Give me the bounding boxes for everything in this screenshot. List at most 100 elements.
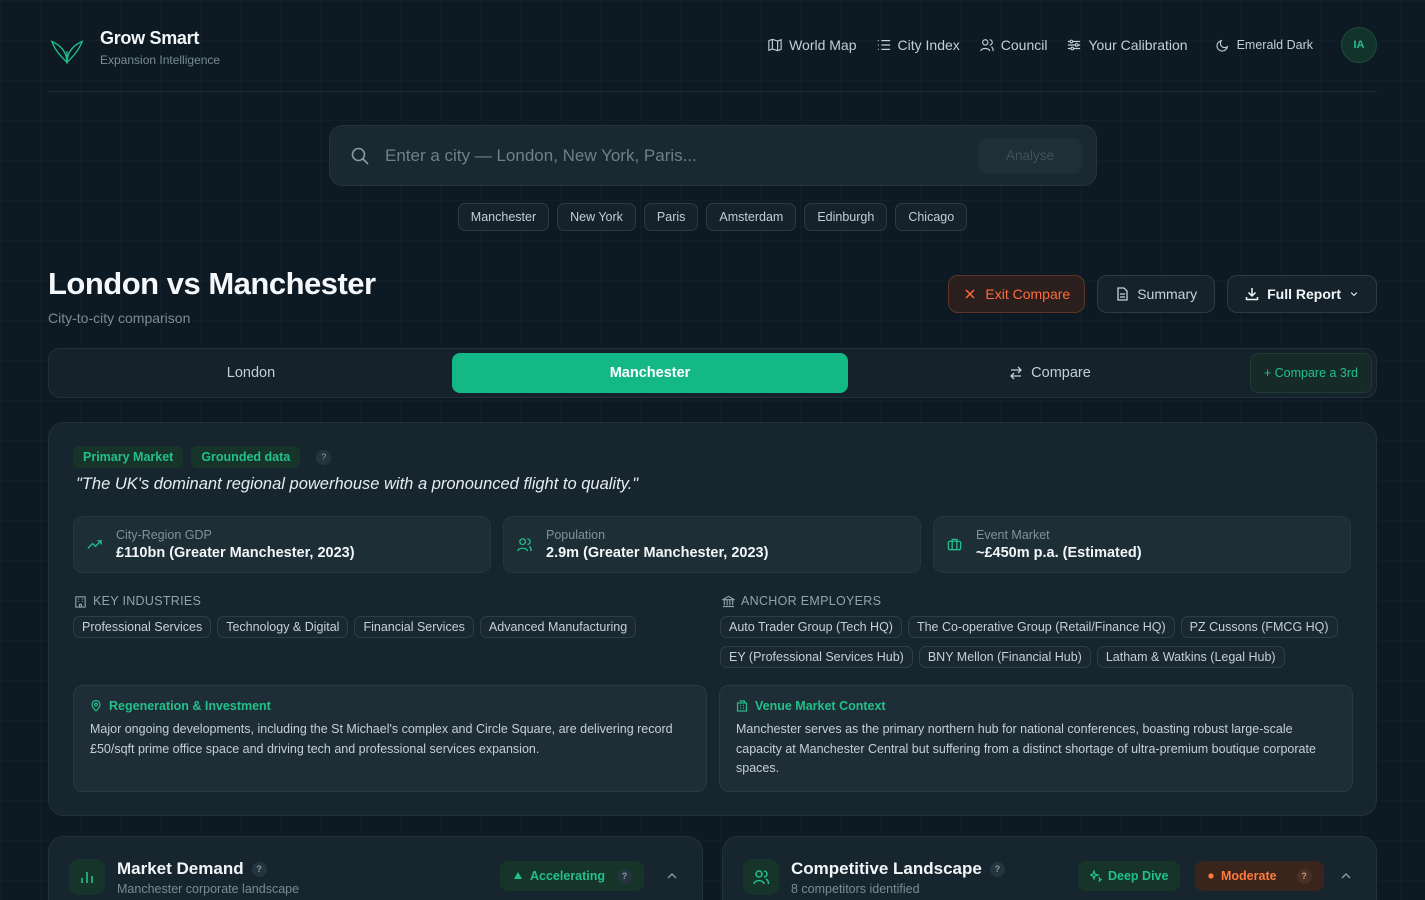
- stat-label: Event Market: [976, 528, 1050, 542]
- market-demand-card[interactable]: Market Demand ? Manchester corporate lan…: [48, 836, 703, 900]
- building-icon: [736, 700, 748, 712]
- dot-icon: [1208, 873, 1214, 879]
- city-chip-manchester[interactable]: Manchester: [457, 203, 550, 231]
- page-actions: Exit Compare Summary Full Report: [948, 275, 1377, 313]
- moon-icon: [1215, 39, 1228, 52]
- tab-manchester[interactable]: Manchester: [452, 353, 848, 393]
- theme-label: Emerald Dark: [1236, 38, 1313, 52]
- location-pin-icon: [91, 700, 101, 712]
- anchor-employers-heading: ANCHOR EMPLOYERS: [722, 594, 881, 608]
- sliders-icon: [1068, 39, 1081, 51]
- map-icon: [768, 38, 782, 52]
- nav-label: City Index: [897, 37, 960, 53]
- city-chip-edinburgh[interactable]: Edinburgh: [804, 203, 888, 231]
- profile-badges: Primary Market Grounded data ?: [73, 446, 332, 468]
- main-nav: World Map City Index Council Your Calibr…: [748, 27, 1377, 63]
- user-avatar[interactable]: IA: [1341, 27, 1377, 63]
- nav-world-map[interactable]: World Map: [768, 37, 857, 53]
- stat-card-gdp: City-Region GDP £110bn (Greater Manchest…: [73, 516, 491, 573]
- nav-label: Council: [1000, 37, 1048, 53]
- competitive-landscape-subtitle: 8 competitors identified: [791, 882, 920, 896]
- tab-london[interactable]: London: [53, 353, 449, 393]
- page-subtitle: City-to-city comparison: [48, 310, 191, 326]
- help-icon[interactable]: ?: [989, 861, 1005, 877]
- compare-third-city-button[interactable]: + Compare a 3rd: [1249, 353, 1372, 393]
- deep-dive-button[interactable]: Deep Dive: [1078, 861, 1181, 891]
- tab-compare[interactable]: Compare: [852, 353, 1248, 393]
- brand-name: Grow Smart: [100, 28, 200, 48]
- download-icon: [1245, 288, 1259, 301]
- info-title-text: Regeneration & Investment: [109, 699, 271, 713]
- exit-compare-button[interactable]: Exit Compare: [948, 275, 1086, 313]
- employer-tag: PZ Cussons (FMCG HQ): [1180, 616, 1338, 638]
- venue-market-panel: Venue Market Context Manchester serves a…: [719, 685, 1353, 792]
- city-chip-new-york[interactable]: New York: [557, 203, 636, 231]
- help-icon[interactable]: ?: [617, 868, 633, 884]
- institution-icon: [722, 595, 735, 607]
- stat-cards: City-Region GDP £110bn (Greater Manchest…: [73, 516, 1351, 573]
- page-title: London vs Manchester: [48, 266, 376, 301]
- status-text: Moderate: [1221, 869, 1277, 883]
- sparkle-icon: [1090, 870, 1102, 882]
- stat-label: City-Region GDP: [116, 528, 212, 542]
- card-title-text: Competitive Landscape: [791, 859, 982, 878]
- app-header: Grow Smart Expansion Intelligence World …: [48, 0, 1377, 92]
- employer-tags: Auto Trader Group (Tech HQ) The Co-opera…: [720, 616, 1360, 668]
- regeneration-panel: Regeneration & Investment Major ongoing …: [73, 685, 707, 792]
- grounded-data-badge: Grounded data: [191, 446, 301, 468]
- summary-label: Summary: [1137, 286, 1198, 302]
- stat-card-population: Population 2.9m (Greater Manchester, 202…: [503, 516, 921, 573]
- tab-compare-label: Compare: [1031, 365, 1091, 381]
- chevron-down-icon: [1350, 292, 1358, 297]
- city-chip-amsterdam[interactable]: Amsterdam: [706, 203, 797, 231]
- nav-your-calibration[interactable]: Your Calibration: [1067, 37, 1188, 53]
- industry-tag: Professional Services: [73, 616, 212, 638]
- competitive-landscape-card[interactable]: Competitive Landscape ? 8 competitors id…: [722, 836, 1377, 900]
- search-input[interactable]: [385, 145, 978, 166]
- list-icon: [877, 40, 890, 50]
- page-heading: London vs Manchester City-to-city compar…: [48, 266, 376, 326]
- market-demand-subtitle: Manchester corporate landscape: [117, 882, 300, 896]
- help-icon[interactable]: ?: [1296, 868, 1312, 884]
- regeneration-title: Regeneration & Investment: [90, 699, 690, 713]
- status-text: Accelerating: [530, 869, 606, 883]
- city-summary-quote: "The UK's dominant regional powerhouse w…: [76, 475, 639, 493]
- summary-button[interactable]: Summary: [1097, 275, 1216, 313]
- primary-market-badge: Primary Market: [73, 446, 184, 468]
- bar-chart-icon: [69, 859, 105, 895]
- brand-logo[interactable]: Grow Smart Expansion Intelligence: [48, 28, 220, 70]
- moderate-status-badge: Moderate ?: [1195, 861, 1324, 891]
- users-icon: [980, 39, 994, 52]
- analyse-button[interactable]: Analyse: [978, 137, 1082, 174]
- venue-title: Venue Market Context: [736, 699, 1336, 713]
- nav-council[interactable]: Council: [980, 37, 1048, 53]
- brand-tagline: Expansion Intelligence: [100, 53, 221, 67]
- stat-value: 2.9m (Greater Manchester, 2023): [546, 545, 769, 561]
- market-demand-title: Market Demand ?: [117, 859, 267, 879]
- help-icon[interactable]: ?: [316, 449, 332, 465]
- regeneration-body: Major ongoing developments, including th…: [90, 722, 673, 756]
- city-chip-chicago[interactable]: Chicago: [895, 203, 968, 231]
- theme-toggle[interactable]: Emerald Dark: [1215, 38, 1313, 52]
- nav-city-index[interactable]: City Index: [877, 37, 960, 53]
- accelerating-status-badge: Accelerating ?: [500, 861, 645, 891]
- help-icon[interactable]: ?: [251, 861, 267, 877]
- search-icon: [351, 147, 369, 165]
- chevron-up-icon[interactable]: [666, 870, 678, 882]
- full-report-button[interactable]: Full Report: [1227, 275, 1377, 313]
- chevron-up-icon[interactable]: [1340, 870, 1352, 882]
- employer-tag: Latham & Watkins (Legal Hub): [1096, 646, 1285, 668]
- quick-city-chips: Manchester New York Paris Amsterdam Edin…: [0, 203, 1425, 231]
- employer-tag: EY (Professional Services Hub): [720, 646, 913, 668]
- nav-label: Your Calibration: [1088, 37, 1188, 53]
- users-icon: [517, 538, 532, 552]
- city-chip-paris[interactable]: Paris: [643, 203, 699, 231]
- industry-tag: Advanced Manufacturing: [479, 616, 637, 638]
- stat-label: Population: [546, 528, 606, 542]
- close-icon: [965, 289, 975, 299]
- deep-dive-label: Deep Dive: [1108, 869, 1169, 883]
- users-icon: [743, 859, 779, 895]
- industry-tag: Technology & Digital: [217, 616, 349, 638]
- info-title-text: Venue Market Context: [755, 699, 886, 713]
- stat-value: £110bn (Greater Manchester, 2023): [116, 545, 355, 561]
